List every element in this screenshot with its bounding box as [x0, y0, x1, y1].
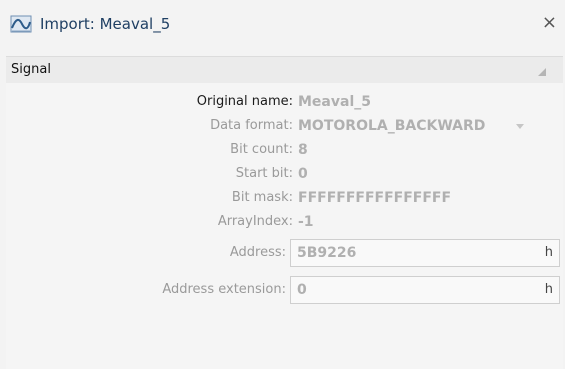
property-row-bit-mask: Bit mask: FFFFFFFFFFFFFFFF — [6, 187, 563, 211]
close-button[interactable]: × — [542, 12, 557, 34]
collapse-triangle-icon[interactable] — [537, 67, 547, 77]
section-title: Signal — [11, 62, 51, 77]
window-title: Import: Meaval_5 — [40, 15, 171, 33]
property-row-original-name: Original name: Meaval_5 — [6, 91, 563, 115]
original-name-value: Meaval_5 — [298, 94, 371, 110]
address-extension-suffix: h — [544, 282, 553, 297]
address-suffix: h — [544, 245, 553, 260]
bit-count-label: Bit count: — [230, 142, 293, 157]
array-index-value: -1 — [298, 214, 314, 230]
section-header-signal[interactable]: Signal — [6, 57, 563, 83]
address-field[interactable]: 5B9226 h — [290, 239, 560, 267]
data-format-value: MOTOROLA_BACKWARD — [298, 118, 486, 134]
property-row-start-bit: Start bit: 0 — [6, 163, 563, 187]
array-index-label: ArrayIndex: — [217, 214, 293, 229]
title-bar: Import: Meaval_5 × — [0, 0, 565, 50]
start-bit-label: Start bit: — [235, 166, 293, 181]
bit-count-value: 8 — [298, 142, 308, 158]
property-row-data-format: Data format: MOTOROLA_BACKWARD — [6, 115, 563, 139]
bit-mask-label: Bit mask: — [231, 190, 293, 205]
address-value: 5B9226 — [297, 245, 357, 261]
property-row-bit-count: Bit count: 8 — [6, 139, 563, 163]
chevron-down-icon — [516, 124, 524, 129]
original-name-label: Original name: — [196, 94, 293, 109]
signal-panel: Signal Original name: Meaval_5 Data form… — [6, 56, 563, 369]
bit-mask-value: FFFFFFFFFFFFFFFF — [298, 190, 452, 206]
address-extension-label: Address extension: — [162, 282, 286, 297]
signal-wave-icon — [10, 15, 32, 33]
property-row-array-index: ArrayIndex: -1 — [6, 211, 563, 235]
address-extension-field[interactable]: 0 h — [290, 276, 560, 304]
data-format-label: Data format: — [210, 118, 293, 133]
address-label: Address: — [229, 245, 286, 260]
start-bit-value: 0 — [298, 166, 308, 182]
address-extension-value: 0 — [297, 282, 307, 298]
